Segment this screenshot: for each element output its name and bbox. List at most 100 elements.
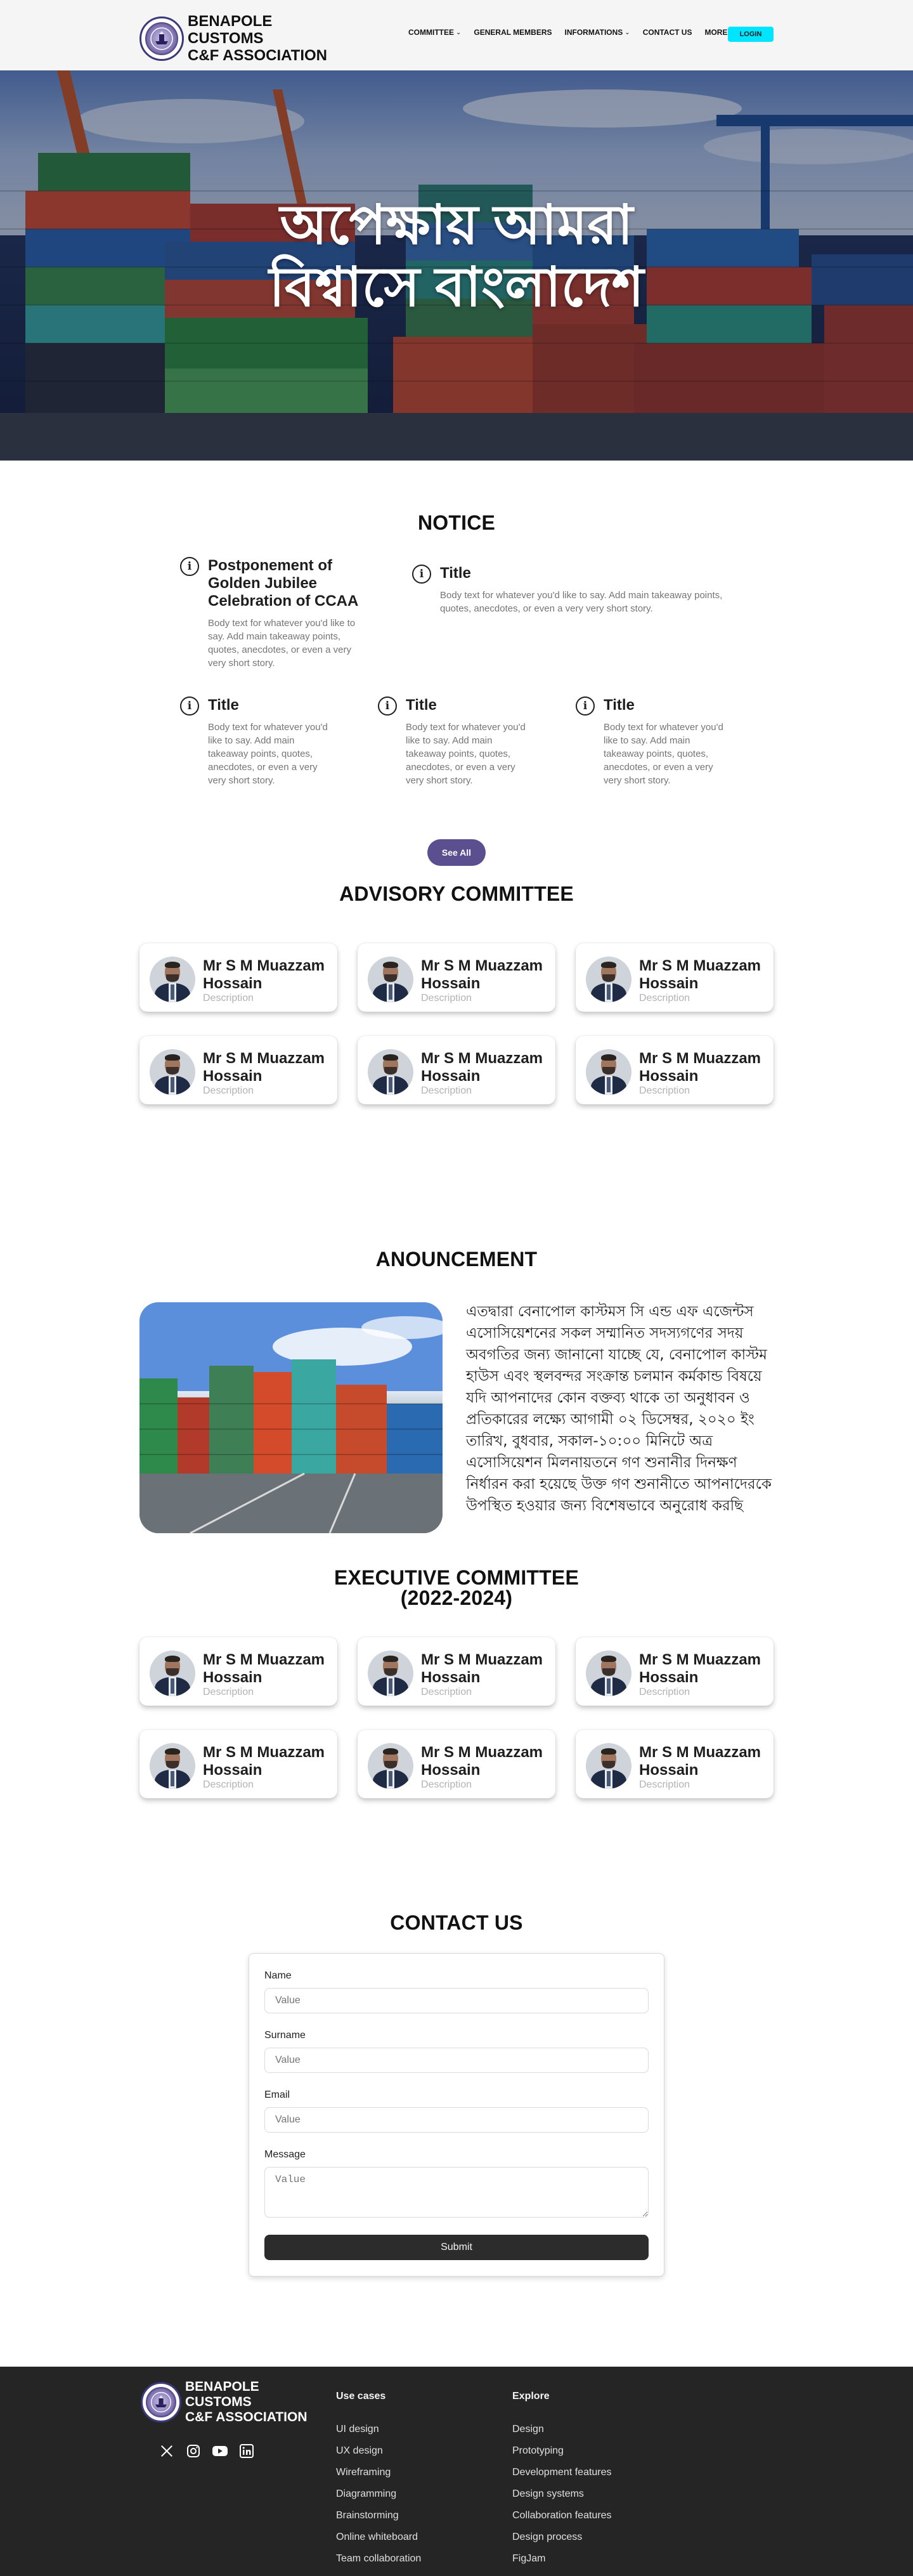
member-name: Mr S M Muazzam Hossain	[421, 1050, 543, 1085]
footer-brand-logo-link[interactable]: BENAPOLE CUSTOMS C&F ASSOCIATION	[141, 2379, 308, 2425]
notice-title: NOTICE	[417, 511, 496, 534]
footer-link[interactable]: Prototyping	[512, 2444, 612, 2458]
footer-link[interactable]: Brainstorming	[336, 2509, 421, 2523]
container-yard-image	[139, 1302, 443, 1533]
info-icon: i	[180, 557, 199, 576]
contact-form: Name Surname Email Message Submit	[249, 1953, 664, 2277]
notice-item-title: Title	[440, 565, 471, 582]
brand-name: BENAPOLE CUSTOMS C&F ASSOCIATION	[188, 13, 327, 64]
member-card[interactable]: Mr S M Muazzam Hossain Description	[358, 1730, 555, 1798]
footer-link[interactable]: FigJam	[512, 2552, 612, 2566]
member-name: Mr S M Muazzam Hossain	[421, 957, 543, 992]
notice-item-body: Body text for whatever you'd like to say…	[208, 618, 356, 669]
nav-item-general-members[interactable]: GENERAL MEMBERS	[474, 28, 552, 37]
x-icon[interactable]	[159, 2443, 175, 2459]
notice-item-title: Title	[208, 696, 239, 714]
member-description: Description	[639, 993, 690, 1004]
login-button[interactable]: LOGIN	[728, 27, 774, 42]
notice-item[interactable]: i Title Body text for whatever you'd lik…	[412, 565, 729, 615]
nav-item-informations[interactable]: INFORMATIONS ⌄	[565, 28, 630, 37]
notice-item[interactable]: i Title Body text for whatever you'd lik…	[576, 696, 753, 787]
brand-name-line: C&F ASSOCIATION	[188, 47, 327, 64]
member-card[interactable]: Mr S M Muazzam Hossain Description	[358, 943, 555, 1012]
advisory-committee-section: ADVISORY COMMITTEE Mr S M Muazzam Hossai…	[0, 882, 913, 1212]
member-card[interactable]: Mr S M Muazzam Hossain Description	[139, 1036, 337, 1104]
youtube-icon[interactable]	[212, 2443, 228, 2459]
chevron-down-icon: ⌄	[456, 29, 462, 36]
site-footer: BENAPOLE CUSTOMS C&F ASSOCIATION Use cas…	[0, 2367, 913, 2576]
member-card[interactable]: Mr S M Muazzam Hossain Description	[358, 1036, 555, 1104]
member-name: Mr S M Muazzam Hossain	[639, 957, 761, 992]
footer-link[interactable]: Design process	[512, 2530, 612, 2544]
avatar	[150, 1743, 195, 1789]
info-icon: i	[412, 565, 431, 584]
member-card[interactable]: Mr S M Muazzam Hossain Description	[139, 1730, 337, 1798]
footer-column-heading: Use cases	[336, 2391, 386, 2402]
email-field[interactable]	[264, 2107, 649, 2133]
member-description: Description	[421, 993, 472, 1004]
footer-column-heading: Explore	[512, 2391, 550, 2402]
nav-item-label: COMMITTEE	[408, 28, 454, 37]
nav-item-contact-us[interactable]: CONTACT US	[643, 28, 692, 37]
name-field[interactable]	[264, 1988, 649, 2013]
member-card[interactable]: Mr S M Muazzam Hossain Description	[576, 1637, 774, 1706]
main-nav: COMMITTEE ⌄ GENERAL MEMBERS INFORMATIONS ⌄…	[408, 28, 748, 37]
linkedin-icon[interactable]	[238, 2443, 255, 2459]
member-name: Mr S M Muazzam Hossain	[203, 1651, 325, 1686]
executive-title-line: EXECUTIVE COMMITTEE	[333, 1566, 580, 1589]
footer-link[interactable]: Wireframing	[336, 2466, 421, 2480]
advisory-title: ADVISORY COMMITTEE	[339, 882, 574, 905]
nav-item-label: INFORMATIONS	[564, 28, 623, 37]
footer-link[interactable]: Online whiteboard	[336, 2530, 421, 2544]
notice-item-body: Body text for whatever you'd like to say…	[440, 590, 723, 614]
avatar	[368, 1651, 413, 1696]
footer-link[interactable]: Team collaboration	[336, 2552, 421, 2566]
member-description: Description	[639, 1779, 690, 1790]
hero-banner: অপেক্ষায় আমরা বিশ্বাসে বাংলাদেশ	[0, 70, 913, 461]
surname-field[interactable]	[264, 2048, 649, 2073]
member-card[interactable]: Mr S M Muazzam Hossain Description	[576, 1730, 774, 1798]
info-icon: i	[180, 696, 199, 716]
instagram-icon[interactable]	[185, 2443, 202, 2459]
social-links	[159, 2443, 255, 2459]
brand-name-line: CUSTOMS	[188, 30, 264, 47]
footer-link[interactable]: Development features	[512, 2466, 612, 2480]
message-field[interactable]	[264, 2167, 649, 2218]
footer-link[interactable]: Diagramming	[336, 2487, 421, 2501]
surname-field-group: Surname	[264, 2029, 649, 2073]
member-card[interactable]: Mr S M Muazzam Hossain Description	[576, 1036, 774, 1104]
contact-section: CONTACT US Name Surname Email Message Su…	[0, 1885, 913, 2367]
email-field-group: Email	[264, 2088, 649, 2133]
field-label: Message	[264, 2149, 306, 2160]
hero-title-line: অপেক্ষায় আমরা	[280, 195, 633, 256]
member-card[interactable]: Mr S M Muazzam Hossain Description	[139, 943, 337, 1012]
see-all-button[interactable]: See All	[427, 839, 486, 866]
brand-logo-link[interactable]: BENAPOLE CUSTOMS C&F ASSOCIATION	[139, 13, 327, 64]
footer-link[interactable]: Design	[512, 2422, 612, 2436]
avatar	[368, 1743, 413, 1789]
submit-button[interactable]: Submit	[264, 2235, 649, 2260]
footer-link[interactable]: UI design	[336, 2422, 421, 2436]
field-label: Name	[264, 1970, 292, 1981]
contact-title: CONTACT US	[390, 1911, 523, 1934]
member-card[interactable]: Mr S M Muazzam Hossain Description	[576, 943, 774, 1012]
footer-link[interactable]: Design systems	[512, 2487, 612, 2501]
nav-item-label: GENERAL MEMBERS	[474, 28, 552, 37]
footer-column-use-cases: Use cases UI design UX design Wireframin…	[336, 2391, 421, 2573]
member-card[interactable]: Mr S M Muazzam Hossain Description	[139, 1637, 337, 1706]
member-card[interactable]: Mr S M Muazzam Hossain Description	[358, 1637, 555, 1706]
brand-name-line: C&F ASSOCIATION	[185, 2410, 308, 2424]
notice-item-body: Body text for whatever you'd like to say…	[208, 722, 328, 786]
footer-link[interactable]: UX design	[336, 2444, 421, 2458]
notice-item[interactable]: i Title Body text for whatever you'd lik…	[378, 696, 555, 787]
notice-item[interactable]: i Postponement of Golden Jubilee Celebra…	[180, 557, 370, 670]
footer-link[interactable]: Collaboration features	[512, 2509, 612, 2523]
executive-committee-section: EXECUTIVE COMMITTEE (2022-2024) Mr S M M…	[0, 1567, 913, 1885]
nav-item-committee[interactable]: COMMITTEE ⌄	[408, 28, 461, 37]
executive-title-line: (2022-2024)	[400, 1586, 513, 1609]
name-field-group: Name	[264, 1969, 649, 2013]
field-label: Email	[264, 2089, 290, 2100]
chevron-down-icon: ⌄	[625, 29, 630, 36]
member-name: Mr S M Muazzam Hossain	[639, 1744, 761, 1779]
notice-item[interactable]: i Title Body text for whatever you'd lik…	[180, 696, 358, 787]
